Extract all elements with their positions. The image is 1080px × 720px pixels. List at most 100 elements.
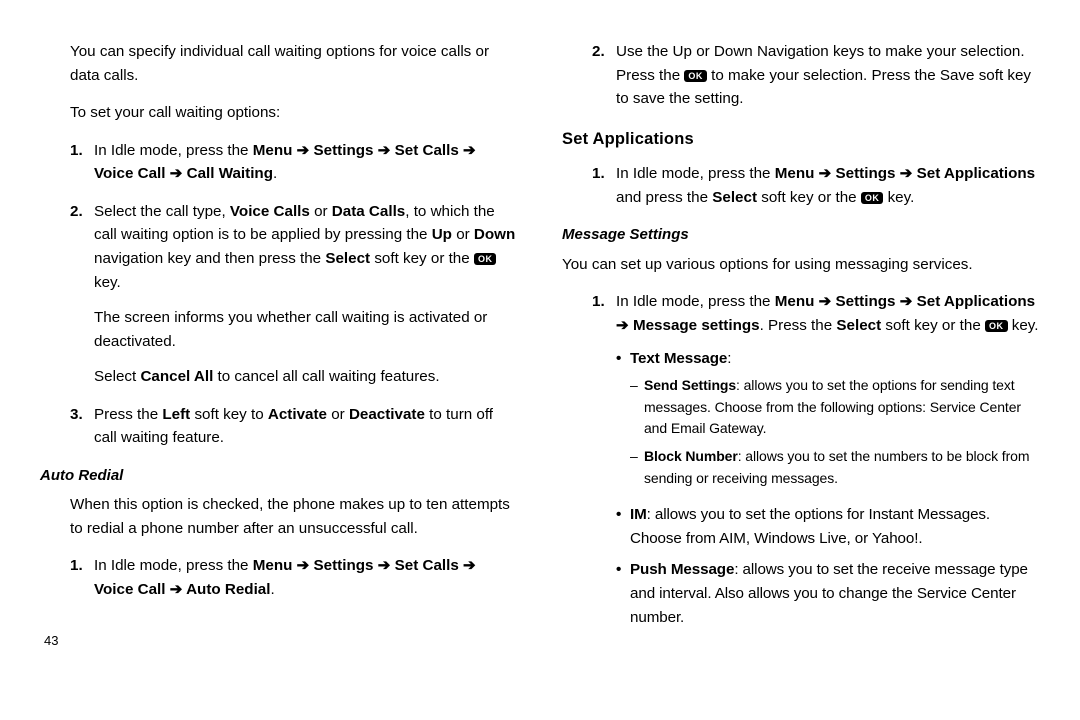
text-bold: Block Number — [644, 448, 738, 464]
text: to cancel all call waiting features. — [213, 368, 439, 385]
text-bold: Voice Call — [94, 165, 170, 182]
bullet-item: • Push Message: allows you to set the re… — [616, 558, 1040, 629]
ok-key-icon: OK — [861, 192, 884, 204]
text: Select the call type, — [94, 203, 230, 220]
text-bold: Settings — [831, 165, 899, 182]
text-bold: Left — [162, 406, 190, 423]
text-bold: IM — [630, 506, 647, 523]
text-bold: Message settings — [629, 317, 760, 334]
ordered-list: 1. In Idle mode, press the Menu ➔ Settin… — [40, 139, 518, 450]
text: : allows you to set the options for Inst… — [630, 506, 990, 547]
text-bold: Voice Call — [94, 581, 170, 598]
list-body: In Idle mode, press the Menu ➔ Settings … — [94, 139, 518, 186]
bullet-list: • Text Message: – Send Settings: allows … — [616, 347, 1040, 629]
list-item: 1. In Idle mode, press the Menu ➔ Settin… — [40, 139, 518, 186]
list-marker: 1. — [70, 554, 94, 601]
list-item: 1. In Idle mode, press the Menu ➔ Settin… — [40, 554, 518, 601]
arrow-icon: ➔ — [170, 581, 183, 598]
left-column: You can specify individual call waiting … — [40, 40, 518, 652]
text: In Idle mode, press the — [94, 142, 253, 159]
text: or — [327, 406, 349, 423]
arrow-icon: ➔ — [463, 557, 476, 574]
text: key. — [1008, 317, 1039, 334]
arrow-icon: ➔ — [378, 142, 391, 159]
text: . — [270, 581, 274, 598]
bullet-marker: • — [616, 558, 630, 629]
page-number: 43 — [40, 631, 518, 651]
ok-key-icon: OK — [684, 70, 707, 82]
list-marker: 2. — [70, 200, 94, 389]
ok-key-icon: OK — [985, 320, 1008, 332]
ordered-list: 2. Use the Up or Down Navigation keys to… — [562, 40, 1040, 111]
text-bold: Set Applications — [912, 165, 1035, 182]
text-bold: Select — [712, 189, 757, 206]
list-body: Press the Left soft key to Activate or D… — [94, 403, 518, 450]
two-column-layout: You can specify individual call waiting … — [40, 40, 1040, 652]
list-body: In Idle mode, press the Menu ➔ Settings … — [616, 290, 1040, 637]
text: or — [310, 203, 332, 220]
text-bold: Activate — [268, 406, 327, 423]
right-column: 2. Use the Up or Down Navigation keys to… — [562, 40, 1040, 652]
text: . Press the — [760, 317, 837, 334]
text: soft key to — [190, 406, 268, 423]
dash-marker: – — [630, 375, 644, 440]
text-bold: Text Message — [630, 350, 727, 367]
text-bold: Down — [474, 226, 515, 243]
text: Select — [94, 368, 140, 385]
ordered-list: 1. In Idle mode, press the Menu ➔ Settin… — [562, 162, 1040, 209]
bullet-body: Text Message: – Send Settings: allows yo… — [630, 347, 1040, 495]
text-bold: Send Settings — [644, 377, 736, 393]
text-bold: Menu — [253, 142, 297, 159]
text-bold: Up — [432, 226, 452, 243]
arrow-icon: ➔ — [819, 165, 832, 182]
text-bold: Deactivate — [349, 406, 425, 423]
arrow-icon: ➔ — [297, 557, 310, 574]
text: Press the — [94, 406, 162, 423]
sub-bullet-body: Send Settings: allows you to set the opt… — [644, 375, 1040, 440]
text-bold: Select — [836, 317, 881, 334]
arrow-icon: ➔ — [463, 142, 476, 159]
text: In Idle mode, press the — [616, 165, 775, 182]
text-bold: Push Message — [630, 561, 734, 578]
text-bold: Set Applications — [912, 293, 1035, 310]
list-marker: 2. — [592, 40, 616, 111]
list-item: 2. Select the call type, Voice Calls or … — [40, 200, 518, 389]
text-bold: Select — [325, 250, 370, 267]
list-marker: 1. — [592, 162, 616, 209]
text: key. — [94, 274, 121, 291]
text-bold: Set Calls — [390, 142, 463, 159]
text: or — [452, 226, 474, 243]
text-bold: Voice Calls — [230, 203, 310, 220]
list-marker: 3. — [70, 403, 94, 450]
text-bold: Set Calls — [390, 557, 463, 574]
paragraph: The screen informs you whether call wait… — [94, 306, 518, 353]
text: soft key or the — [757, 189, 861, 206]
manual-page: You can specify individual call waiting … — [0, 0, 1080, 720]
bullet-body: Push Message: allows you to set the rece… — [630, 558, 1040, 629]
arrow-icon: ➔ — [900, 293, 913, 310]
text-bold: Cancel All — [140, 368, 213, 385]
paragraph: You can set up various options for using… — [562, 253, 1040, 277]
paragraph: To set your call waiting options: — [40, 101, 518, 125]
text-bold: Settings — [831, 293, 899, 310]
paragraph: When this option is checked, the phone m… — [40, 493, 518, 540]
arrow-icon: ➔ — [378, 557, 391, 574]
sub-bullet-item: – Send Settings: allows you to set the o… — [630, 375, 1040, 440]
subsection-heading: Auto Redial — [40, 464, 518, 487]
arrow-icon: ➔ — [297, 142, 310, 159]
text: . — [273, 165, 277, 182]
arrow-icon: ➔ — [900, 165, 913, 182]
arrow-icon: ➔ — [170, 165, 183, 182]
list-item: 3. Press the Left soft key to Activate o… — [40, 403, 518, 450]
text-bold: Settings — [309, 142, 377, 159]
text: and press the — [616, 189, 712, 206]
text: In Idle mode, press the — [616, 293, 775, 310]
text: : — [727, 350, 731, 367]
text: In Idle mode, press the — [94, 557, 253, 574]
dash-marker: – — [630, 446, 644, 489]
sub-bullet-body: Block Number: allows you to set the numb… — [644, 446, 1040, 489]
list-item: 1. In Idle mode, press the Menu ➔ Settin… — [562, 162, 1040, 209]
list-marker: 1. — [70, 139, 94, 186]
bullet-item: • Text Message: – Send Settings: allows … — [616, 347, 1040, 495]
list-body: Select the call type, Voice Calls or Dat… — [94, 200, 518, 389]
